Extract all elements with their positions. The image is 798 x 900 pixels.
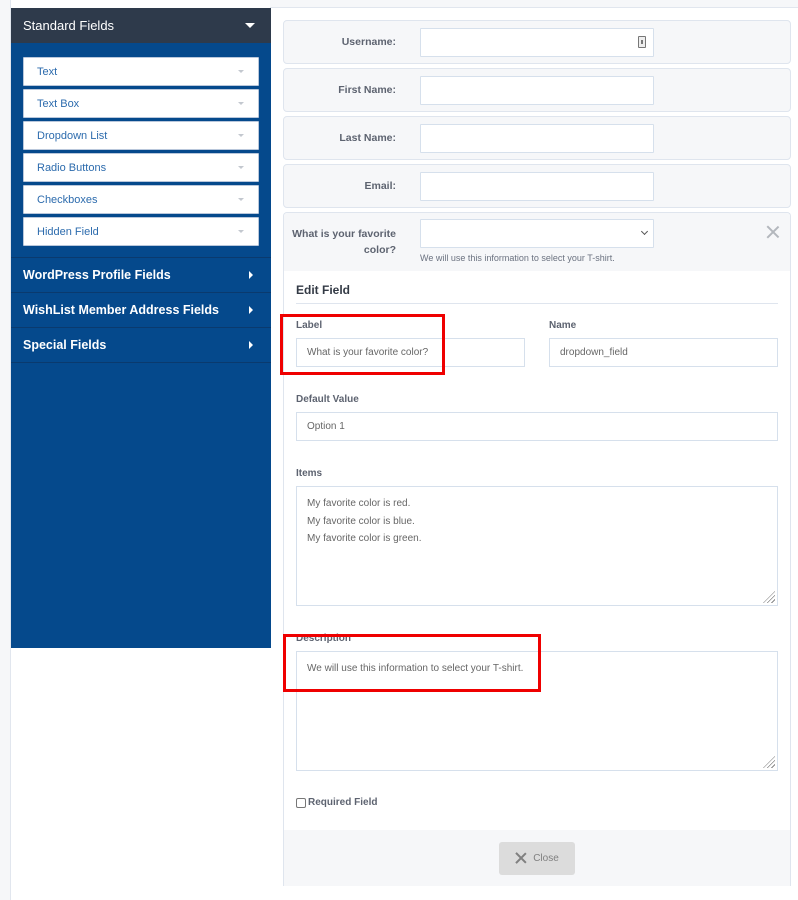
group-wishlist-address-fields[interactable]: WishList Member Address Fields bbox=[11, 293, 271, 328]
caret-down-icon bbox=[238, 166, 244, 169]
field-type-text-box[interactable]: Text Box bbox=[23, 89, 259, 118]
caret-right-icon bbox=[249, 306, 253, 314]
chevron-down-icon bbox=[640, 227, 649, 236]
form-row-email[interactable]: Email: bbox=[283, 164, 791, 208]
default-value-input[interactable]: Option 1 bbox=[296, 412, 778, 441]
group-label: WishList Member Address Fields bbox=[23, 303, 219, 317]
group-label: WordPress Profile Fields bbox=[23, 268, 171, 282]
edit-field-panel: Edit Field Label What is your favorite c… bbox=[284, 271, 790, 886]
form-builder: Username: First Name: Last Name: Email: … bbox=[283, 20, 791, 886]
description-text: We will use this information to select y… bbox=[307, 663, 524, 674]
close-icon bbox=[515, 852, 527, 864]
edit-panel-footer: Close bbox=[284, 830, 790, 886]
label-input[interactable]: What is your favorite color? bbox=[296, 338, 525, 367]
resize-handle[interactable] bbox=[763, 756, 775, 768]
description-textarea[interactable]: We will use this information to select y… bbox=[296, 651, 778, 771]
field-type-hidden-field[interactable]: Hidden Field bbox=[23, 217, 259, 246]
items-textarea[interactable]: My favorite color is red. My favorite co… bbox=[296, 486, 778, 606]
last-name-input[interactable] bbox=[420, 123, 654, 153]
field-type-label: Text Box bbox=[37, 97, 80, 110]
description-label: Description bbox=[296, 633, 352, 644]
form-row-first-name[interactable]: First Name: bbox=[283, 68, 791, 112]
username-input[interactable] bbox=[420, 27, 654, 57]
required-field-label: Required Field bbox=[308, 797, 378, 808]
item-line: My favorite color is green. bbox=[307, 533, 422, 544]
default-value-label: Default Value bbox=[296, 394, 359, 405]
group-wordpress-profile-fields[interactable]: WordPress Profile Fields bbox=[11, 258, 271, 293]
items-label: Items bbox=[296, 468, 323, 479]
caret-down-icon bbox=[238, 70, 244, 73]
standard-fields-header[interactable]: Standard Fields bbox=[11, 8, 271, 43]
first-name-label: First Name: bbox=[338, 84, 396, 96]
first-name-input[interactable] bbox=[420, 75, 654, 105]
field-type-label: Radio Buttons bbox=[37, 161, 107, 174]
caret-down-icon bbox=[245, 23, 255, 28]
caret-down-icon bbox=[238, 134, 244, 137]
password-manager-icon[interactable] bbox=[638, 35, 646, 48]
name-field-label: Name bbox=[549, 320, 577, 331]
resize-handle[interactable] bbox=[763, 591, 775, 603]
edit-field-title: Edit Field bbox=[296, 283, 778, 304]
email-label: Email: bbox=[364, 180, 396, 192]
field-type-text[interactable]: Text bbox=[23, 57, 259, 86]
favorite-color-label: What is your favorite color? bbox=[284, 226, 396, 258]
favorite-color-label-line2: color? bbox=[363, 244, 396, 256]
favorite-color-help-text: We will use this information to select y… bbox=[420, 253, 615, 263]
caret-right-icon bbox=[249, 341, 253, 349]
required-field-row[interactable]: Required Field bbox=[296, 791, 778, 830]
caret-down-icon bbox=[238, 198, 244, 201]
dropdown-field-block: What is your favorite color? We will use… bbox=[283, 212, 791, 886]
close-button[interactable]: Close bbox=[499, 841, 575, 875]
left-gutter bbox=[0, 0, 11, 900]
remove-field-icon[interactable] bbox=[766, 225, 780, 239]
group-label: Special Fields bbox=[23, 338, 107, 352]
field-type-label: Hidden Field bbox=[37, 225, 99, 238]
caret-down-icon bbox=[238, 102, 244, 105]
caret-down-icon bbox=[238, 230, 244, 233]
field-type-label: Checkboxes bbox=[37, 193, 98, 206]
email-input[interactable] bbox=[420, 171, 654, 201]
required-field-checkbox[interactable] bbox=[296, 797, 306, 808]
item-line: My favorite color is blue. bbox=[307, 515, 415, 527]
last-name-label: Last Name: bbox=[339, 132, 396, 144]
form-row-username[interactable]: Username: bbox=[283, 20, 791, 64]
username-label: Username: bbox=[341, 36, 396, 48]
standard-fields-title: Standard Fields bbox=[23, 18, 115, 33]
field-type-radio-buttons[interactable]: Radio Buttons bbox=[23, 153, 259, 182]
name-input[interactable]: dropdown_field bbox=[549, 338, 778, 367]
label-field-label: Label bbox=[296, 320, 323, 331]
favorite-color-label-line1: What is your favorite bbox=[292, 228, 396, 240]
close-label: Close bbox=[533, 852, 559, 864]
field-type-dropdown-list[interactable]: Dropdown List bbox=[23, 121, 259, 150]
field-type-checkboxes[interactable]: Checkboxes bbox=[23, 185, 259, 214]
item-line: My favorite color is red. bbox=[307, 498, 411, 509]
field-palette-sidebar: Standard Fields Text Text Box Dropdown L… bbox=[11, 8, 271, 648]
standard-fields-list: Text Text Box Dropdown List Radio Button… bbox=[11, 43, 271, 258]
field-type-label: Text bbox=[37, 65, 58, 78]
field-type-label: Dropdown List bbox=[37, 129, 108, 142]
form-row-favorite-color[interactable]: What is your favorite color? We will use… bbox=[284, 213, 790, 271]
top-gutter bbox=[270, 0, 798, 8]
form-row-last-name[interactable]: Last Name: bbox=[283, 116, 791, 160]
favorite-color-select[interactable] bbox=[420, 219, 654, 248]
group-special-fields[interactable]: Special Fields bbox=[11, 328, 271, 363]
caret-right-icon bbox=[249, 271, 253, 279]
